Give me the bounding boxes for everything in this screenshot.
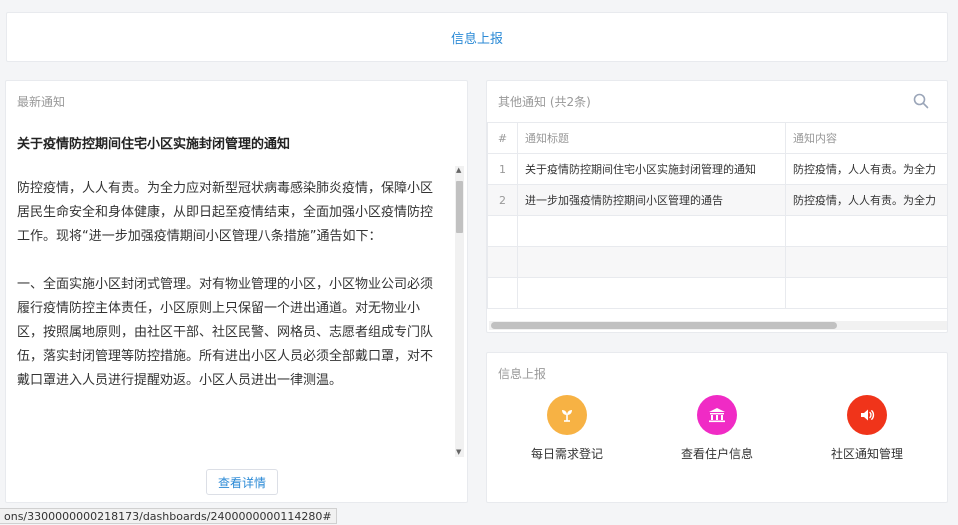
table-header-row: # 通知标题 通知内容 bbox=[487, 122, 947, 154]
notice-paragraph: 一、全面实施小区封闭式管理。对有物业管理的小区，小区物业公司必须履行疫情防控主体… bbox=[17, 277, 434, 388]
resident-info-tile[interactable]: 查看住户信息 bbox=[662, 395, 772, 462]
speaker-icon bbox=[861, 409, 875, 421]
notice-paragraph: 防控疫情，人人有责。为全力应对新型冠状病毒感染肺炎疫情，保障小区居民生命安全和身… bbox=[17, 181, 434, 244]
row-index: 2 bbox=[487, 184, 518, 216]
row-title[interactable]: 进一步加强疫情防控期间小区管理的通告 bbox=[517, 184, 786, 216]
daily-needs-circle bbox=[547, 395, 587, 435]
other-notices-header: 其他通知 (共2条) bbox=[498, 95, 591, 109]
latest-notice-header: 最新通知 bbox=[17, 95, 66, 109]
top-panel: 信息上报 bbox=[6, 12, 948, 62]
view-details-button[interactable]: 查看详情 bbox=[206, 469, 278, 495]
empty-row bbox=[487, 215, 947, 247]
info-report-header: 信息上报 bbox=[498, 367, 547, 381]
report-link[interactable]: 信息上报 bbox=[451, 28, 503, 47]
notice-scrollbar[interactable]: ▲ ▼ bbox=[455, 166, 464, 457]
notice-table: # 通知标题 通知内容 1 关于疫情防控期间住宅小区实施封闭管理的通知 防控疫情… bbox=[487, 122, 947, 309]
bank-icon bbox=[709, 408, 725, 423]
column-header-index: # bbox=[487, 122, 518, 154]
empty-row bbox=[487, 246, 947, 278]
scrollbar-thumb[interactable] bbox=[456, 181, 463, 233]
row-content[interactable]: 防控疫情，人人有责。为全力 bbox=[785, 153, 947, 185]
scrollbar-thumb[interactable] bbox=[491, 322, 837, 329]
resident-info-label: 查看住户信息 bbox=[680, 447, 753, 461]
scroll-up-arrow-icon[interactable]: ▲ bbox=[456, 166, 461, 175]
community-notice-tile[interactable]: 社区通知管理 bbox=[812, 395, 922, 462]
column-header-content[interactable]: 通知内容 bbox=[785, 122, 947, 154]
notice-title: 关于疫情防控期间住宅小区实施封闭管理的通知 bbox=[17, 137, 291, 152]
resident-info-circle bbox=[697, 395, 737, 435]
scroll-down-arrow-icon[interactable]: ▼ bbox=[456, 448, 461, 457]
info-report-panel: 信息上报 每日需求登记 查看住户信息 社区通知管理 bbox=[486, 352, 948, 503]
row-index: 1 bbox=[487, 153, 518, 185]
notice-body: 防控疫情，人人有责。为全力应对新型冠状病毒感染肺炎疫情，保障小区居民生命安全和身… bbox=[17, 177, 441, 449]
other-notices-panel: 其他通知 (共2条) # 通知标题 通知内容 1 关于疫情防控期间住宅小区实施封… bbox=[486, 80, 948, 333]
row-title[interactable]: 关于疫情防控期间住宅小区实施封闭管理的通知 bbox=[517, 153, 786, 185]
row-content[interactable]: 防控疫情，人人有责。为全力 bbox=[785, 184, 947, 216]
latest-notice-panel: 最新通知 关于疫情防控期间住宅小区实施封闭管理的通知 防控疫情，人人有责。为全力… bbox=[5, 80, 468, 503]
empty-row bbox=[487, 277, 947, 309]
table-row[interactable]: 2 进一步加强疫情防控期间小区管理的通告 防控疫情，人人有责。为全力 bbox=[487, 184, 947, 216]
table-horizontal-scrollbar[interactable] bbox=[489, 321, 947, 330]
table-row[interactable]: 1 关于疫情防控期间住宅小区实施封闭管理的通知 防控疫情，人人有责。为全力 bbox=[487, 153, 947, 185]
column-header-title[interactable]: 通知标题 bbox=[517, 122, 786, 154]
community-notice-circle bbox=[847, 395, 887, 435]
community-notice-label: 社区通知管理 bbox=[830, 447, 903, 461]
search-icon[interactable] bbox=[913, 93, 929, 109]
daily-needs-tile[interactable]: 每日需求登记 bbox=[512, 395, 622, 462]
daily-needs-label: 每日需求登记 bbox=[530, 447, 603, 461]
status-bar-url: ons/3300000000218173/dashboards/24000000… bbox=[0, 508, 337, 524]
sprout-icon bbox=[562, 410, 572, 422]
